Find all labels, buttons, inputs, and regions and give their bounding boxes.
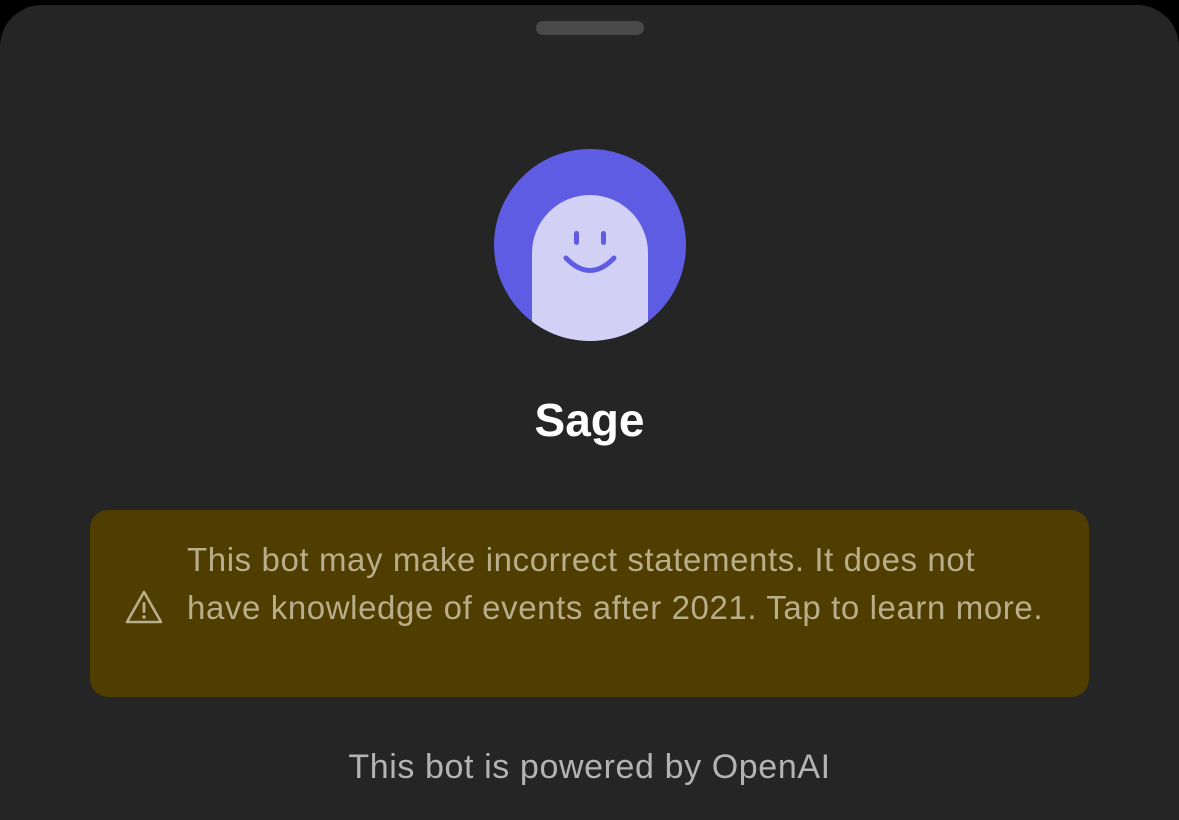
bot-name: Sage	[534, 394, 645, 446]
disclaimer-text: This bot may make incorrect statements. …	[187, 541, 1044, 626]
smiling-ghost-avatar-icon	[532, 195, 648, 341]
powered-by-text: This bot is powered by OpenAI	[348, 748, 831, 786]
sheet-grabber-handle[interactable]	[536, 21, 644, 35]
warning-triangle-icon	[125, 590, 163, 624]
bot-info-sheet: Sage This bot may make incorrect stateme…	[0, 5, 1179, 820]
bot-avatar	[494, 149, 686, 341]
disclaimer-banner[interactable]: This bot may make incorrect statements. …	[90, 510, 1089, 697]
